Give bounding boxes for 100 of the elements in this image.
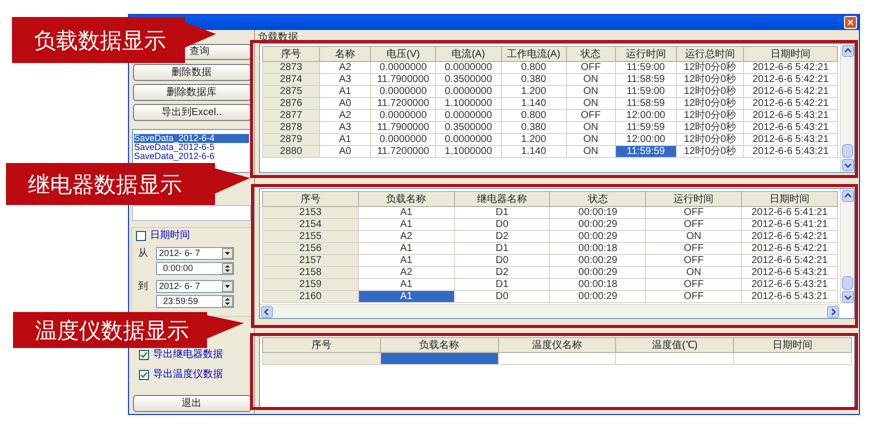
checkbox[interactable] — [136, 231, 146, 241]
column-header[interactable]: 电流(A) — [436, 46, 502, 62]
column-header[interactable]: 名称 — [320, 46, 371, 62]
column-header[interactable]: 状态 — [566, 46, 616, 62]
column-header[interactable]: 序号 — [262, 192, 358, 206]
column-header[interactable]: 日期时间 — [742, 192, 838, 206]
table-cell: 11:59:59 — [615, 122, 676, 134]
scroll-down-icon[interactable] — [842, 159, 854, 171]
field-label: 到 — [138, 280, 149, 294]
table-cell: 2012-6-6 5:42:21 — [742, 230, 838, 242]
table-cell: 2012-6-6 5:43:21 — [742, 266, 838, 278]
table-cell: OFF — [566, 62, 616, 74]
action-button[interactable]: 退出 — [132, 395, 250, 412]
table-cell: A2 — [358, 266, 454, 278]
spinner-icon[interactable] — [222, 296, 233, 307]
table-cell: A2 — [320, 110, 371, 122]
column-header[interactable]: 温度值(℃) — [616, 338, 734, 352]
table-cell: 00:00:18 — [550, 278, 646, 290]
spinner-icon[interactable] — [222, 263, 233, 274]
close-button[interactable]: × — [844, 16, 857, 29]
checkbox[interactable] — [139, 350, 149, 360]
table-cell: 11.7200000 — [370, 146, 436, 158]
column-header[interactable]: 温度仪名称 — [498, 338, 616, 352]
table-cell: A1 — [358, 254, 454, 266]
table-cell: OFF — [646, 254, 742, 266]
scroll-right-icon[interactable] — [827, 306, 839, 318]
vertical-scrollbar[interactable] — [840, 189, 854, 304]
column-header[interactable]: 运行时间 — [646, 192, 742, 206]
table-cell: A1 — [320, 134, 371, 146]
action-button[interactable]: 删除数据 — [132, 64, 250, 81]
table-cell: 2012-6-6 5:43:21 — [744, 146, 838, 158]
table-cell: 00:00:29 — [550, 230, 646, 242]
action-button[interactable]: 删除数据库 — [132, 84, 250, 101]
table-cell: 12时0分0秒 — [676, 62, 744, 74]
table-cell: 0.0000000 — [436, 62, 502, 74]
table-cell: 11:59:00 — [615, 62, 676, 74]
table-cell: 00:00:18 — [550, 242, 646, 254]
table-cell: A1 — [358, 218, 454, 230]
scroll-up-icon[interactable] — [842, 190, 854, 202]
table-cell: OFF — [646, 206, 742, 218]
table-cell: D0 — [454, 254, 550, 266]
table-cell: 0.0000000 — [436, 134, 502, 146]
table-cell: 2874 — [262, 74, 320, 86]
column-header[interactable]: 状态 — [550, 192, 646, 206]
scroll-down-icon[interactable] — [842, 291, 854, 303]
table-cell: D0 — [454, 290, 550, 302]
table-cell: A0 — [320, 98, 371, 110]
date-picker[interactable]: 2012- 6- 7 — [156, 247, 234, 260]
horizontal-scrollbar[interactable] — [260, 304, 840, 318]
time-field[interactable]: 23:59:59 — [156, 295, 234, 308]
scroll-thumb[interactable] — [842, 276, 853, 290]
column-header[interactable]: 工作电流(A) — [501, 46, 566, 62]
table-cell: 0.0000000 — [436, 110, 502, 122]
scroll-left-icon[interactable] — [261, 306, 273, 318]
table-cell: 2155 — [262, 230, 358, 242]
column-header[interactable]: 运行时间 — [615, 46, 676, 62]
checkbox[interactable] — [139, 370, 149, 380]
table-cell: 12:00:00 — [615, 134, 676, 146]
table-cell: ON — [566, 122, 616, 134]
table-cell: 0.380 — [501, 122, 566, 134]
column-header[interactable]: 运行总时间 — [676, 46, 744, 62]
checkbox-label[interactable]: 日期时间 — [150, 230, 190, 242]
table-cell: ON — [566, 74, 616, 86]
table-cell: 1.1000000 — [436, 146, 502, 158]
scroll-up-icon[interactable] — [842, 45, 854, 57]
table-cell: 12时0分0秒 — [676, 74, 744, 86]
checkbox-label[interactable]: 导出温度仪数据 — [153, 369, 223, 381]
checkbox-label[interactable]: 导出继电器数据 — [153, 349, 223, 361]
table-cell: 2012-6-6 5:42:21 — [744, 62, 838, 74]
column-header[interactable]: 电压(V) — [370, 46, 436, 62]
time-field[interactable]: 0:00:00 — [156, 262, 234, 275]
column-header[interactable]: 负载名称 — [380, 338, 498, 352]
file-list-item[interactable]: SaveData_2012-6-4 — [134, 134, 249, 143]
file-list-item[interactable]: SaveData_2012-6-6 — [134, 152, 249, 161]
file-list-item[interactable]: SaveData_2012-6-5 — [134, 143, 249, 152]
vertical-scrollbar[interactable] — [840, 44, 854, 172]
table-cell: A1 — [358, 206, 454, 218]
date-picker[interactable]: 2012- 6- 7 — [156, 280, 234, 293]
table-cell: 0.380 — [501, 74, 566, 86]
scroll-thumb[interactable] — [842, 144, 853, 158]
table-cell: 00:00:19 — [550, 206, 646, 218]
action-button[interactable]: 导出到Excel.. — [132, 104, 250, 121]
table-cell: 2160 — [262, 290, 358, 302]
column-header[interactable]: 继电器名称 — [454, 192, 550, 206]
table-cell: 1.1000000 — [436, 98, 502, 110]
table-cell: 2012-6-6 5:42:21 — [742, 242, 838, 254]
table-cell: ON — [646, 230, 742, 242]
column-header[interactable]: 序号 — [262, 46, 320, 62]
table-cell: 2153 — [262, 206, 358, 218]
table-cell: A1 — [358, 290, 454, 302]
table-cell: 2012-6-6 5:43:21 — [742, 278, 838, 290]
table-cell: 11.7200000 — [370, 98, 436, 110]
column-header[interactable]: 序号 — [262, 338, 380, 352]
table-cell: D1 — [454, 242, 550, 254]
input-field[interactable] — [132, 205, 251, 221]
column-header[interactable]: 日期时间 — [734, 338, 852, 352]
column-header[interactable]: 日期时间 — [744, 46, 838, 62]
table-cell: 2875 — [262, 86, 320, 98]
table-cell: 0.0000000 — [370, 110, 436, 122]
column-header[interactable]: 负载名称 — [358, 192, 454, 206]
